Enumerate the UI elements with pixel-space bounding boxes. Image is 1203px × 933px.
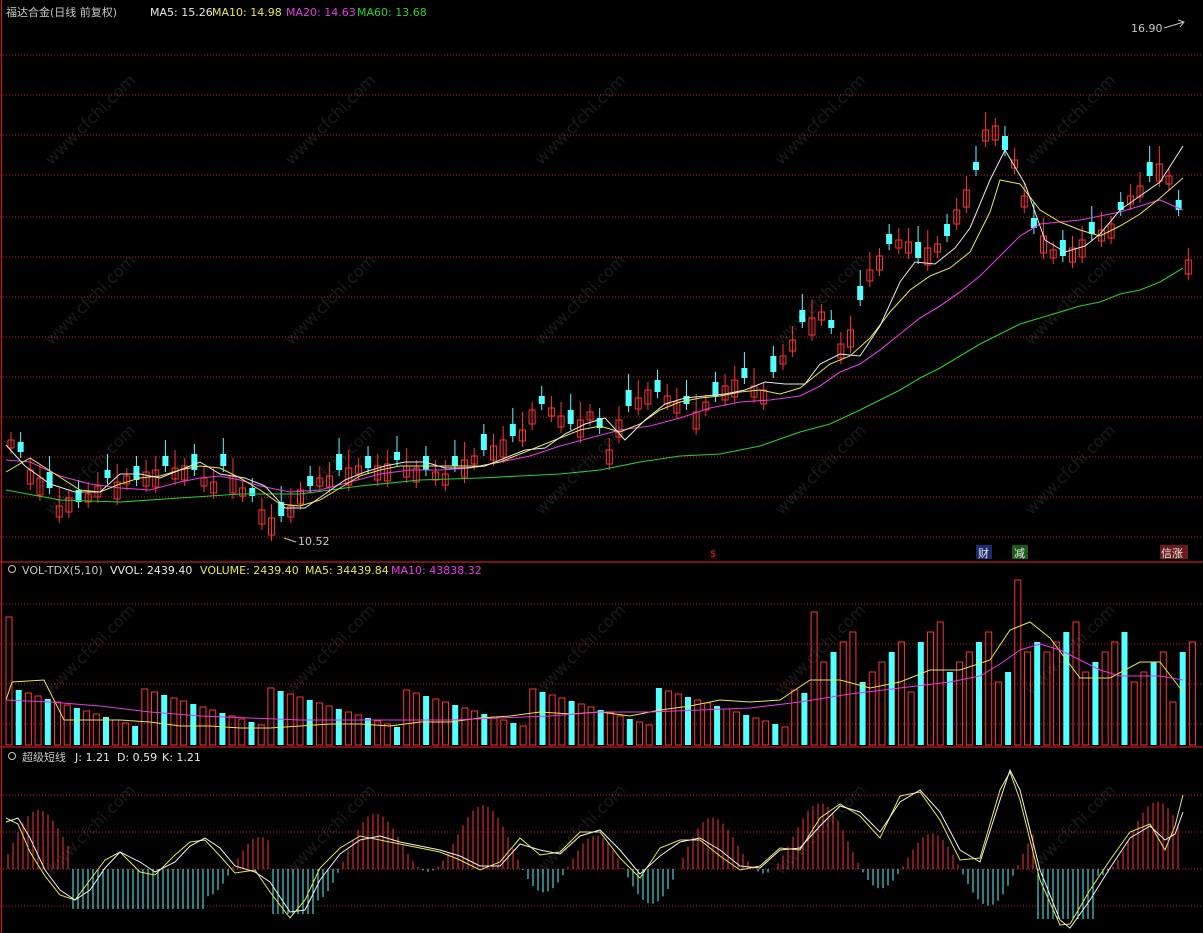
candle-body [451, 456, 458, 466]
kdj-j: J: 1.21 [74, 751, 110, 764]
kdj-indicator-name[interactable]: 超级短线 [22, 750, 66, 764]
candle-body [828, 320, 835, 328]
candle-body [480, 434, 487, 450]
candle-body [1117, 202, 1124, 210]
volume-bar [103, 717, 109, 745]
volume-bar [248, 722, 255, 745]
candle-body [944, 224, 951, 236]
volume-bar [830, 652, 837, 745]
volume-bar [888, 652, 895, 745]
volume-bar [539, 692, 546, 745]
volume-bar [132, 726, 139, 745]
low-price-label: 10.52 [298, 535, 330, 548]
volume-bar [1179, 652, 1186, 745]
kdj-k: K: 1.21 [162, 751, 201, 764]
ma5-label: MA5: 15.26 [150, 6, 213, 19]
candle-body [104, 470, 111, 478]
candle-body [133, 466, 140, 480]
volume-bar [1121, 632, 1128, 745]
candle-body [625, 390, 632, 406]
volume-bar [510, 723, 517, 745]
high-price-label: 16.90 [1131, 22, 1163, 35]
volume-bar [15, 690, 22, 745]
ma60-label: MA60: 13.68 [357, 6, 427, 19]
event-label-jian: 减 [1014, 547, 1025, 560]
vol-ma10: MA10: 43838.32 [391, 564, 482, 577]
volume-bar [394, 727, 400, 745]
volume-bar [1092, 662, 1099, 745]
candle-body [741, 368, 748, 378]
volume-bar [44, 699, 51, 745]
ma5-text: MA5: 15.26 [150, 6, 213, 19]
volume-bar [568, 701, 575, 745]
kdj-d: D: 0.59 [117, 751, 157, 764]
ma10-label: MA10: 14.98 [212, 6, 282, 19]
volume-bar [277, 691, 284, 745]
vol-value: VVOL: 2439.40 [110, 564, 192, 577]
candle-body [567, 410, 574, 424]
candle-body [915, 242, 922, 258]
volume-bar [452, 705, 459, 745]
candle-body [394, 452, 400, 460]
candle-body [654, 380, 661, 392]
vol-indicator-name[interactable]: VOL-TDX(5,10) [22, 564, 103, 577]
candle-body [46, 472, 53, 488]
candle-body [365, 456, 372, 468]
volume-bar [219, 713, 226, 745]
volume-bar [655, 688, 662, 745]
volume-bar [917, 642, 924, 745]
candle-body [1001, 136, 1008, 150]
vol-ma5: MA5: 34439.84 [305, 564, 389, 577]
candle-body [1146, 162, 1153, 176]
volume-bar [73, 708, 80, 745]
candle-body [509, 424, 516, 436]
volume-bar [685, 697, 691, 745]
candle-body [770, 356, 777, 372]
volume-bar [364, 718, 371, 745]
candle-body [886, 234, 893, 244]
event-label-cai: 财 [978, 546, 989, 560]
volume-bar [714, 706, 721, 745]
volume-bar [597, 710, 604, 745]
volume-bar [1005, 672, 1012, 745]
volume-bar [772, 724, 779, 745]
volume-bar [335, 709, 342, 745]
volume-bar [190, 704, 197, 745]
candle-body [220, 454, 227, 466]
candle-body [162, 456, 169, 466]
volume-bar [743, 715, 750, 745]
event-label-xinzhang: 信涨 [1161, 547, 1183, 560]
candle-body [712, 382, 719, 396]
candle-body [857, 286, 864, 300]
volume-bar [976, 642, 982, 745]
volume-value: VOLUME: 2439.40 [200, 564, 299, 577]
stock-title: 福达合金(日线 前复权) [6, 5, 117, 19]
candle-body [17, 442, 24, 452]
event-marker-s[interactable]: $ [710, 549, 716, 560]
volume-bar [859, 682, 866, 745]
volume-bar [306, 700, 313, 745]
candle-body [249, 488, 256, 496]
candle-body [1088, 222, 1095, 234]
volume-bar [946, 672, 953, 745]
volume-bar [626, 719, 633, 745]
volume-bar [161, 695, 168, 745]
ma20-label: MA20: 14.63 [286, 6, 356, 19]
candle-body [973, 162, 979, 170]
volume-bar [1150, 662, 1157, 745]
candle-body [1059, 240, 1066, 256]
candle-body [538, 396, 545, 404]
